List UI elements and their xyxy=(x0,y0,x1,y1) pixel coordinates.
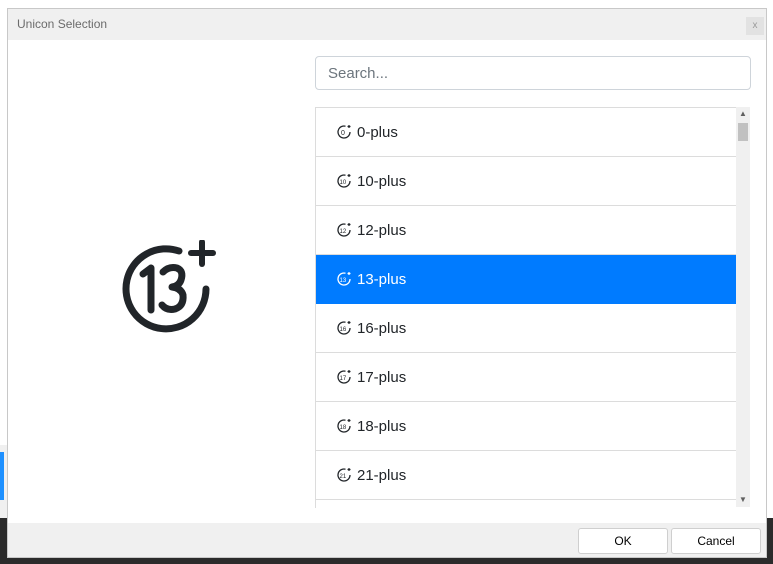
scroll-thumb[interactable] xyxy=(738,123,748,141)
dialog-content: 0 0-plus 10 10-plus 12 12-plus 13 xyxy=(8,40,766,523)
0-plus-icon: 0 xyxy=(336,124,352,140)
cancel-button[interactable]: Cancel xyxy=(671,528,761,554)
18-plus-icon: 18 xyxy=(336,418,352,434)
svg-text:17: 17 xyxy=(340,376,347,382)
list-item[interactable]: 10 10-plus xyxy=(316,157,736,206)
list-item[interactable]: 12 12-plus xyxy=(316,206,736,255)
ok-button[interactable]: OK xyxy=(578,528,668,554)
svg-text:16: 16 xyxy=(340,327,347,333)
list-item[interactable]: 18 18-plus xyxy=(316,402,736,451)
scroll-down-arrow-icon[interactable]: ▼ xyxy=(736,493,750,507)
list-item-label: 21-plus xyxy=(357,466,407,484)
list-item[interactable]: 0 0-plus xyxy=(316,108,736,157)
13-plus-icon xyxy=(121,239,219,338)
list-item-label: 12-plus xyxy=(357,221,407,239)
13-plus-icon: 13 xyxy=(336,271,352,287)
list-item-label: 18-plus xyxy=(357,417,407,435)
svg-text:18: 18 xyxy=(340,425,347,431)
dialog-titlebar: Unicon Selection x xyxy=(8,9,766,40)
svg-text:0: 0 xyxy=(341,130,345,137)
16-plus-icon: 16 xyxy=(336,320,352,336)
list-item-label: 16-plus xyxy=(357,319,407,337)
svg-text:13: 13 xyxy=(340,278,347,284)
search-input[interactable] xyxy=(315,56,751,90)
unicon-selection-dialog: Unicon Selection x 0 0-plus 10 xyxy=(7,8,767,558)
background-selection xyxy=(0,452,4,500)
svg-text:12: 12 xyxy=(340,229,347,235)
list-item-label: 10-plus xyxy=(357,172,407,190)
close-button[interactable]: x xyxy=(746,17,764,35)
list-item-selected[interactable]: 13 13-plus xyxy=(316,255,736,304)
svg-text:21: 21 xyxy=(340,474,347,480)
dialog-footer: OK Cancel xyxy=(8,523,766,557)
list-item-label: 17-plus xyxy=(357,368,407,386)
list-scrollbar[interactable]: ▲ ▼ xyxy=(736,107,750,507)
list-item[interactable]: 16 16-plus xyxy=(316,304,736,353)
icon-list: 0 0-plus 10 10-plus 12 12-plus 13 13-plu… xyxy=(315,107,736,508)
svg-text:10: 10 xyxy=(340,180,347,186)
list-item[interactable]: 17 17-plus xyxy=(316,353,736,402)
dialog-title: Unicon Selection xyxy=(17,17,108,31)
12-plus-icon: 12 xyxy=(336,222,352,238)
17-plus-icon: 17 xyxy=(336,369,352,385)
list-item[interactable] xyxy=(316,500,736,508)
list-item-label: 13-plus xyxy=(357,270,407,288)
list-item-label: 0-plus xyxy=(357,123,398,141)
scroll-up-arrow-icon[interactable]: ▲ xyxy=(736,107,750,121)
21-plus-icon: 21 xyxy=(336,467,352,483)
10-plus-icon: 10 xyxy=(336,173,352,189)
list-item[interactable]: 21 21-plus xyxy=(316,451,736,500)
